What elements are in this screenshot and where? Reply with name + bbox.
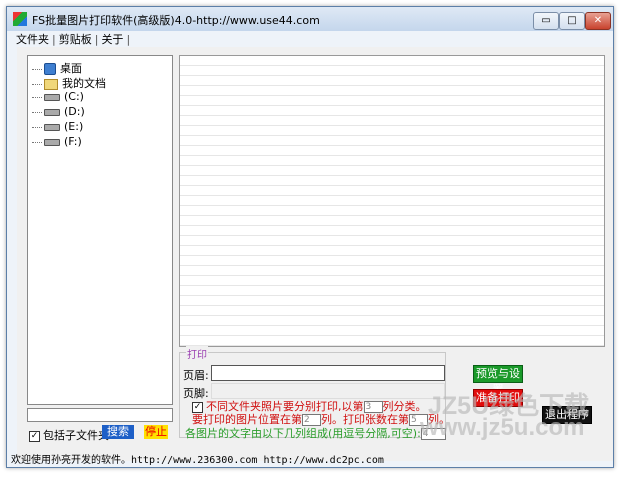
checkbox-box[interactable]: ✓ [29, 430, 40, 442]
tree-item-label: (F:) [64, 135, 82, 148]
watermark-url: www.jz5u.com [420, 414, 585, 441]
tree-item-label: (C:) [64, 90, 84, 103]
menu-about[interactable]: 关于 [98, 31, 126, 47]
window-title: FS批量图片打印软件(高级版)4.0-http://www.use44.com [32, 14, 320, 27]
preview-settings-button[interactable]: 预览与设置 [473, 365, 523, 396]
search-button[interactable]: 搜索 [102, 425, 134, 439]
print-groupbox-title: 打印 [186, 346, 208, 361]
tree-item-desktop[interactable]: 桌面 [32, 60, 82, 75]
title-bar[interactable]: FS批量图片打印软件(高级版)4.0-http://www.use44.com … [7, 7, 613, 31]
tree-item-documents[interactable]: 我的文档 [32, 75, 106, 90]
drive-icon [44, 93, 60, 101]
tree-item-drive-c[interactable]: (C:) [32, 90, 84, 104]
caption-label: 各图片的文字由以下几列组成(用逗号分隔,可空): [185, 427, 421, 440]
close-button[interactable]: ✕ [585, 12, 611, 30]
path-combobox[interactable] [27, 408, 173, 422]
tree-item-label: 我的文档 [62, 77, 106, 90]
tree-item-drive-e[interactable]: (E:) [32, 120, 83, 134]
menu-bar: 文件夹 | 剪贴板 | 关于 | [13, 31, 131, 47]
header-label: 页眉: [183, 369, 209, 382]
desktop-icon [44, 63, 56, 75]
status-bar: 欢迎使用孙亮开发的软件。http://www.236300.com http:/… [11, 455, 384, 466]
include-subfolders-checkbox[interactable]: ✓ 包括子文件夹 [29, 427, 109, 443]
stop-button[interactable]: 停止 [144, 425, 168, 439]
caption-row: 各图片的文字由以下几列组成(用逗号分隔,可空): 4 [185, 425, 446, 441]
tree-item-drive-f[interactable]: (F:) [32, 135, 82, 149]
checkbox-label: 包括子文件夹 [43, 429, 109, 442]
menu-trailing: | [126, 33, 131, 46]
minimize-button[interactable]: ▭ [533, 12, 559, 30]
folder-icon [44, 78, 58, 90]
drive-icon [44, 108, 60, 116]
tree-item-label: (D:) [64, 105, 85, 118]
tree-item-label: (E:) [64, 120, 84, 133]
drive-icon [44, 138, 60, 146]
drive-icon [44, 123, 60, 131]
folder-tree: 桌面 我的文档 (C:) (D:) (E:) (F:) [27, 55, 173, 405]
tree-item-drive-d[interactable]: (D:) [32, 105, 85, 119]
footer-input[interactable] [211, 383, 445, 399]
menu-clipboard[interactable]: 剪贴板 [56, 31, 95, 47]
tree-item-label: 桌面 [60, 62, 82, 75]
header-input[interactable] [211, 365, 445, 381]
maximize-button[interactable]: □ [559, 12, 585, 30]
menu-folder[interactable]: 文件夹 [13, 31, 52, 47]
app-icon [13, 12, 27, 26]
file-list[interactable] [179, 55, 605, 347]
